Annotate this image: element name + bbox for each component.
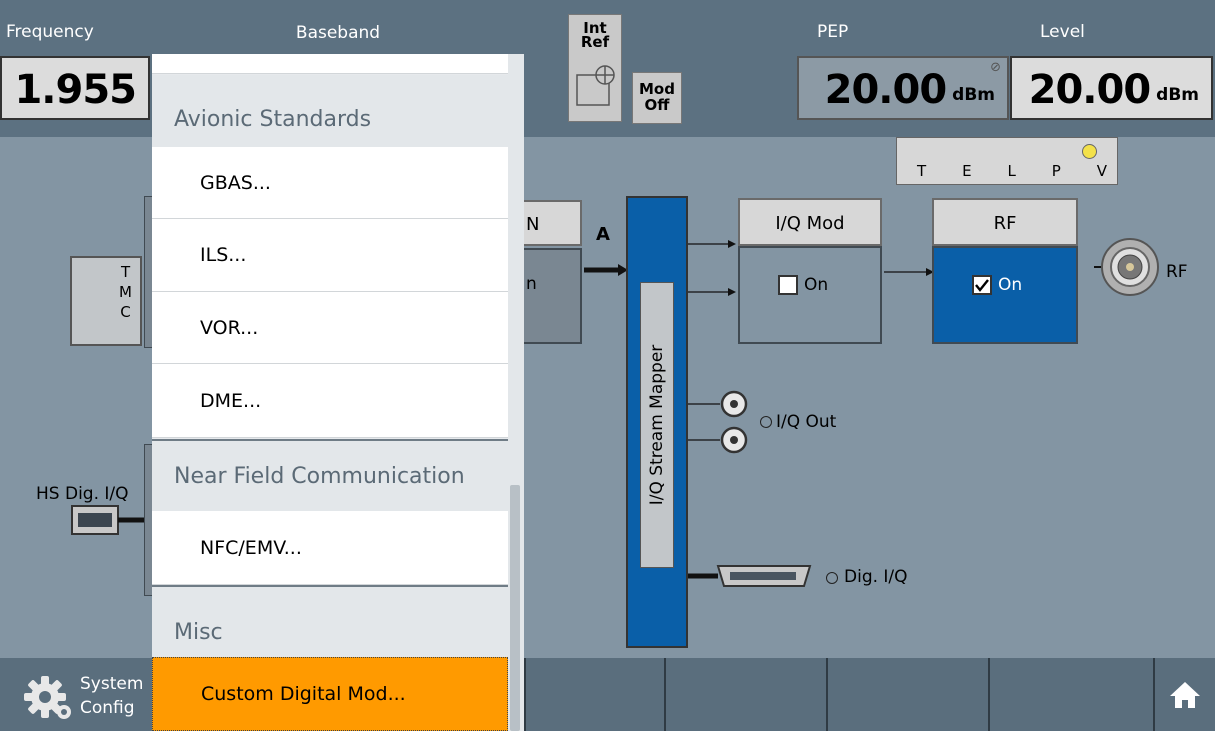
baseband-block-body[interactable]: n bbox=[520, 248, 582, 344]
frequency-label: Frequency bbox=[6, 22, 94, 42]
dig-iq-label: Dig. I/Q bbox=[844, 567, 908, 587]
softkey-empty[interactable] bbox=[826, 658, 988, 731]
baseband-block-header[interactable]: N bbox=[520, 200, 582, 246]
menu-scrollbar-thumb[interactable] bbox=[510, 485, 520, 731]
iq-mod-checkbox[interactable] bbox=[778, 274, 798, 295]
iq-out-led-icon bbox=[760, 416, 772, 428]
iq-stream-mapper-label: I/Q Stream Mapper bbox=[647, 344, 667, 506]
softkey-empty[interactable] bbox=[524, 658, 664, 731]
menu-item-custom-digital-mod[interactable]: Custom Digital Mod... bbox=[152, 657, 508, 731]
iq-stream-mapper[interactable]: I/Q Stream Mapper bbox=[626, 196, 688, 648]
rf-connector-icon[interactable] bbox=[1094, 238, 1164, 300]
baseband-menu: Baseband Avionic Standards GBAS... ILS..… bbox=[152, 14, 524, 731]
menu-category: Misc bbox=[152, 585, 508, 657]
rf-body[interactable]: On bbox=[932, 246, 1078, 344]
menu-item-ils[interactable]: ILS... bbox=[152, 219, 508, 292]
level-value: 20.00 bbox=[1028, 67, 1152, 113]
softkey-empty[interactable] bbox=[988, 658, 1153, 731]
pep-display: 20.00 dBm ⊘ bbox=[797, 56, 1009, 120]
iq-mod-state-label: On bbox=[804, 274, 829, 295]
menu-title: Baseband bbox=[152, 14, 524, 54]
menu-item-dme[interactable]: DME... bbox=[152, 364, 508, 438]
pep-value: 20.00 bbox=[824, 67, 948, 113]
mapper-arrows-icon bbox=[688, 240, 736, 296]
dig-iq-connector-icon[interactable] bbox=[688, 562, 820, 592]
checkmark-icon bbox=[975, 278, 989, 292]
level-display[interactable]: 20.00 dBm bbox=[1010, 56, 1213, 120]
iq-out-connector-icon[interactable] bbox=[688, 384, 752, 460]
hs-dig-iq-connector-icon[interactable] bbox=[70, 502, 154, 538]
softkey-empty[interactable] bbox=[664, 658, 826, 731]
pep-status-icon: ⊘ bbox=[990, 60, 1001, 75]
rf-connector-label: RF bbox=[1166, 262, 1188, 282]
home-button[interactable] bbox=[1153, 658, 1215, 731]
system-config-line2: Config bbox=[80, 698, 135, 718]
pep-label: PEP bbox=[817, 22, 849, 42]
menu-item-nfc-emv[interactable]: NFC/EMV... bbox=[152, 511, 508, 585]
frequency-value: 1.955 bbox=[14, 67, 137, 113]
frequency-display[interactable]: 1.955 bbox=[0, 56, 150, 120]
rf-state-label: On bbox=[998, 274, 1023, 295]
status-letter: V bbox=[1096, 162, 1107, 180]
hs-dig-iq-label: HS Dig. I/Q bbox=[36, 484, 129, 504]
status-letter: P bbox=[1051, 162, 1061, 180]
path-a-label: A bbox=[596, 224, 610, 245]
iq-mod-body[interactable]: On bbox=[738, 246, 882, 344]
rf-header[interactable]: RF bbox=[932, 198, 1078, 246]
menu-item-partial[interactable] bbox=[152, 54, 508, 74]
iqmod-rf-arrow-icon bbox=[884, 268, 934, 276]
tmc-button[interactable]: T M C bbox=[70, 256, 142, 346]
int-ref-label: Int Ref bbox=[580, 19, 610, 51]
menu-category: Near Field Communication bbox=[152, 439, 508, 511]
tmc-label: T M C bbox=[119, 263, 132, 321]
pep-unit: dBm bbox=[952, 85, 995, 105]
int-ref-button[interactable]: Int Ref bbox=[568, 14, 622, 122]
status-led-icon bbox=[1082, 144, 1097, 159]
system-config-button[interactable]: System Config bbox=[0, 658, 152, 731]
menu-item-vor[interactable]: VOR... bbox=[152, 292, 508, 364]
iq-stream-mapper-button: I/Q Stream Mapper bbox=[640, 282, 674, 568]
mod-off-button[interactable]: Mod Off bbox=[632, 72, 682, 124]
status-letter: E bbox=[962, 162, 972, 180]
rf-checkbox[interactable] bbox=[972, 274, 992, 295]
dig-iq-led-icon bbox=[826, 572, 838, 584]
status-indicator-panel[interactable]: T E L P V bbox=[896, 137, 1118, 185]
menu-category: Avionic Standards bbox=[152, 75, 508, 147]
level-unit: dBm bbox=[1156, 85, 1199, 105]
gear-icon bbox=[24, 676, 71, 719]
status-letter: L bbox=[1007, 162, 1016, 180]
status-letters: T E L P V bbox=[917, 162, 1107, 180]
system-config-line1: System bbox=[80, 674, 144, 694]
level-label: Level bbox=[1040, 22, 1085, 42]
path-arrow-icon bbox=[584, 264, 628, 276]
status-letter: T bbox=[917, 162, 927, 180]
home-icon bbox=[1170, 682, 1200, 708]
reference-icon bbox=[576, 65, 615, 106]
menu-item-gbas[interactable]: GBAS... bbox=[152, 147, 508, 219]
iq-out-label: I/Q Out bbox=[776, 412, 837, 432]
iq-mod-header[interactable]: I/Q Mod bbox=[738, 198, 882, 246]
